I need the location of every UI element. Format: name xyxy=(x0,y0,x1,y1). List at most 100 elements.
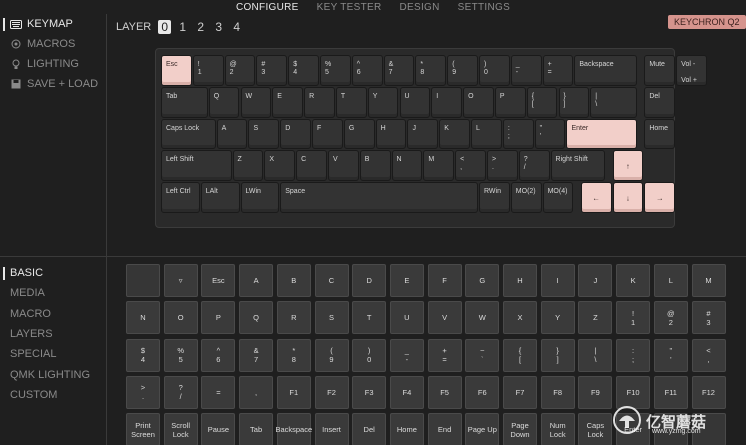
key-v[interactable]: V xyxy=(327,150,359,182)
key-8[interactable]: * 8 xyxy=(415,55,447,86)
keycode-j[interactable]: J xyxy=(578,264,613,297)
keycode-g[interactable]: G xyxy=(465,264,500,297)
sidebar-item-lighting[interactable]: LIGHTING xyxy=(0,54,106,74)
key-l[interactable]: L xyxy=(471,118,502,150)
category-media[interactable]: MEDIA xyxy=(0,283,106,303)
keycode-u[interactable]: U xyxy=(389,301,424,335)
key-t[interactable]: T xyxy=(335,86,367,118)
key-right-shift[interactable]: Right Shift xyxy=(550,150,606,182)
keycode-symbol[interactable]: : ; xyxy=(616,338,651,372)
key-mute[interactable]: Mute xyxy=(644,55,676,86)
key-9[interactable]: ( 9 xyxy=(447,55,478,86)
keycode-s[interactable]: S xyxy=(314,301,349,335)
keycode-num-lock[interactable]: Num Lock xyxy=(540,413,575,445)
keycode-caps-lock[interactable]: Caps Lock xyxy=(578,413,613,445)
layer-3-button[interactable]: 3 xyxy=(212,20,225,34)
keycode-home[interactable]: Home xyxy=(389,413,424,445)
keycode-page-up[interactable]: Page Up xyxy=(465,413,500,445)
keycode-2[interactable]: @ 2 xyxy=(653,301,688,335)
keycode-f8[interactable]: F8 xyxy=(540,375,575,409)
key-symbol[interactable]: " ' xyxy=(534,118,566,150)
keycode-x[interactable]: X xyxy=(503,301,537,335)
keycode-b[interactable]: B xyxy=(276,264,311,297)
keycode-esc[interactable]: Esc xyxy=(201,264,236,297)
keycode-pause[interactable]: Pause xyxy=(201,413,236,445)
key-symbol[interactable]: ↑ xyxy=(612,150,644,182)
keycode-a[interactable]: A xyxy=(239,264,274,297)
key-i[interactable]: I xyxy=(431,86,463,118)
key-7[interactable]: & 7 xyxy=(383,55,415,86)
keycode-symbol[interactable]: ? / xyxy=(163,375,198,409)
keycode-symbol[interactable]: > . xyxy=(126,375,160,409)
layer-1-button[interactable]: 1 xyxy=(176,20,189,34)
keycode-end[interactable]: End xyxy=(427,413,462,445)
keycode-symbol[interactable]: + = xyxy=(427,338,462,372)
tab-key-tester[interactable]: KEY TESTER xyxy=(308,0,391,14)
keycode-tab[interactable]: Tab xyxy=(239,413,274,445)
key-z[interactable]: Z xyxy=(232,150,264,182)
key-symbol[interactable]: ↓ xyxy=(612,182,644,213)
keycode-backspace[interactable]: Backspace xyxy=(275,413,312,445)
keycode-symbol[interactable]: , xyxy=(239,375,274,409)
keycode-symbol[interactable]: < , xyxy=(691,338,726,372)
category-basic[interactable]: BASIC xyxy=(0,263,106,283)
key-u[interactable]: U xyxy=(399,86,431,118)
key-symbol[interactable]: + = xyxy=(542,55,574,86)
key-b[interactable]: B xyxy=(359,150,391,182)
key-home[interactable]: Home xyxy=(644,118,676,150)
layer-2-button[interactable]: 2 xyxy=(194,20,207,34)
key-symbol[interactable]: < , xyxy=(455,150,486,182)
keycode-page-down[interactable]: Page Down xyxy=(503,413,537,445)
tab-configure[interactable]: CONFIGURE xyxy=(227,0,308,14)
keycode-symbol[interactable]: } ] xyxy=(540,338,575,372)
keycode-w[interactable]: W xyxy=(465,301,500,335)
tab-settings[interactable]: SETTINGS xyxy=(449,0,519,14)
key-symbol[interactable]: > . xyxy=(486,150,518,182)
keycode-k[interactable]: K xyxy=(616,264,651,297)
keycode-f4[interactable]: F4 xyxy=(389,375,424,409)
keycode-y[interactable]: Y xyxy=(540,301,575,335)
category-layers[interactable]: LAYERS xyxy=(0,324,106,344)
key-2[interactable]: @ 2 xyxy=(224,55,256,86)
keycode-f[interactable]: F xyxy=(427,264,462,297)
key-r[interactable]: R xyxy=(304,86,335,118)
keycode-scroll-lock[interactable]: Scroll Lock xyxy=(163,413,198,445)
keycode-h[interactable]: H xyxy=(503,264,537,297)
key-g[interactable]: G xyxy=(343,118,375,150)
key-1[interactable]: ! 1 xyxy=(192,55,224,86)
key-caps-lock[interactable]: Caps Lock xyxy=(161,118,216,150)
sidebar-item-keymap[interactable]: KEYMAP xyxy=(0,14,106,34)
keycode-5[interactable]: % 5 xyxy=(163,338,198,372)
keycode-f9[interactable]: F9 xyxy=(578,375,613,409)
key-left-shift[interactable]: Left Shift xyxy=(161,150,232,182)
keycode-3[interactable]: # 3 xyxy=(691,301,726,335)
keycode-t[interactable]: T xyxy=(352,301,387,335)
keycode-f1[interactable]: F1 xyxy=(276,375,311,409)
key-lalt[interactable]: LAlt xyxy=(200,182,240,213)
key-4[interactable]: $ 4 xyxy=(288,55,319,86)
key-symbol[interactable]: ? / xyxy=(518,150,550,182)
key-c[interactable]: C xyxy=(296,150,327,182)
key-w[interactable]: W xyxy=(240,86,272,118)
keycode-symbol[interactable]: " ' xyxy=(653,338,688,372)
keycode-d[interactable]: D xyxy=(352,264,387,297)
key-k[interactable]: K xyxy=(439,118,471,150)
key-esc[interactable]: Esc xyxy=(161,55,192,86)
keycode-4[interactable]: $ 4 xyxy=(126,338,160,372)
keycode-v[interactable]: V xyxy=(427,301,462,335)
keycode-symbol[interactable]: ~ ` xyxy=(465,338,500,372)
keycode-9[interactable]: ( 9 xyxy=(314,338,349,372)
keycode-i[interactable]: I xyxy=(540,264,575,297)
keycode-r[interactable]: R xyxy=(276,301,311,335)
key-5[interactable]: % 5 xyxy=(320,55,351,86)
key-backspace[interactable]: Backspace xyxy=(574,55,637,86)
keycode-symbol[interactable] xyxy=(126,264,160,297)
keycode-z[interactable]: Z xyxy=(578,301,613,335)
key-q[interactable]: Q xyxy=(208,86,240,118)
keycode-symbol[interactable]: | \ xyxy=(578,338,613,372)
keycode-symbol[interactable]: ▿ xyxy=(163,264,198,297)
key-mo-2[interactable]: MO(2) xyxy=(510,182,542,213)
category-custom[interactable]: CUSTOM xyxy=(0,385,106,405)
key-d[interactable]: D xyxy=(280,118,312,150)
keycode-symbol[interactable]: _ - xyxy=(389,338,424,372)
